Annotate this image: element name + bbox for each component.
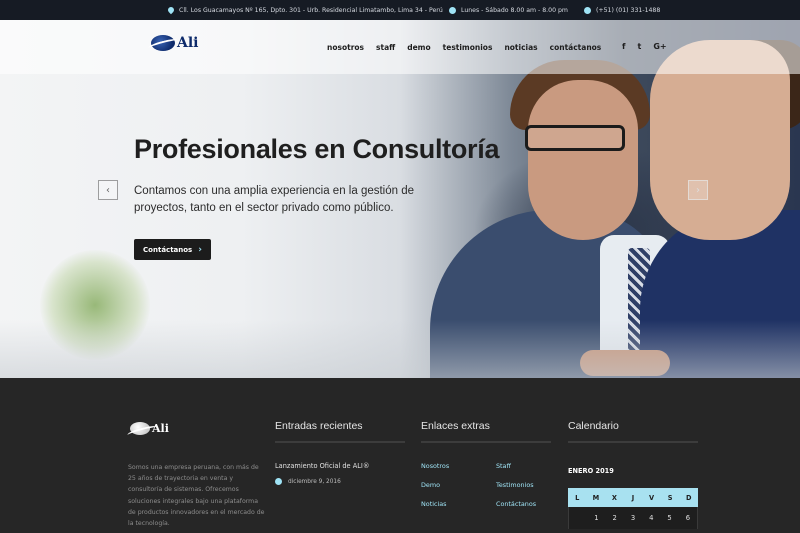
contact-cta-button[interactable]: Contáctanos › — [134, 239, 211, 260]
slider-prev-button[interactable]: ‹ — [98, 180, 118, 200]
site-logo[interactable]: Ali — [151, 35, 199, 51]
nav-item-nosotros[interactable]: nosotros — [327, 43, 364, 52]
hero-desk-shade — [0, 320, 800, 378]
weekday-label: X — [611, 493, 617, 502]
calendar-day[interactable]: 3 — [624, 514, 642, 522]
extra-links-heading: Enlaces extras — [421, 420, 490, 432]
footer-link-nosotros[interactable]: Nosotros — [421, 462, 449, 470]
calendar-day[interactable]: 1 — [587, 514, 605, 522]
calendar-weekdays: L M X J V S D — [568, 488, 698, 507]
chevron-right-icon: › — [696, 184, 700, 196]
recent-post-date: diciembre 9, 2016 — [275, 478, 341, 485]
hero-photo-glasses — [525, 125, 625, 151]
weekday-label: S — [667, 493, 673, 502]
cta-label: Contáctanos — [143, 245, 193, 254]
phone-icon — [584, 6, 591, 14]
twitter-icon[interactable]: t — [637, 42, 641, 51]
calendar-day[interactable]: 2 — [606, 514, 624, 522]
phone-text: (+51) (01) 331-1488 — [596, 6, 661, 14]
address-info: Cll. Los Guacamayos Nº 165, Dpto. 301 - … — [166, 0, 443, 20]
chevron-left-icon: ‹ — [106, 184, 110, 196]
site-footer: Ali Somos una empresa peruana, con más d… — [0, 378, 800, 533]
location-pin-icon — [166, 5, 176, 15]
footer-link-contactanos[interactable]: Contáctanos — [496, 500, 536, 508]
clock-icon — [275, 478, 282, 485]
recent-posts-heading: Entradas recientes — [275, 420, 363, 432]
footer-link-staff[interactable]: Staff — [496, 462, 511, 470]
hours-info: Lunes - Sábado 8.00 am - 8.00 pm — [449, 0, 568, 20]
calendar-month: ENERO 2019 — [568, 467, 614, 475]
calendar-widget: L M X J V S D 1 2 3 4 5 6 — [568, 488, 698, 529]
nav-item-staff[interactable]: staff — [376, 43, 395, 52]
calendar-divider — [568, 441, 698, 443]
top-info-bar: Cll. Los Guacamayos Nº 165, Dpto. 301 - … — [0, 0, 800, 20]
phone-info: (+51) (01) 331-1488 — [584, 0, 660, 20]
footer-logo[interactable]: Ali — [130, 422, 169, 435]
footer-link-demo[interactable]: Demo — [421, 481, 440, 489]
calendar-day[interactable]: 6 — [679, 514, 697, 522]
weekday-label: D — [685, 493, 692, 502]
weekday-label: V — [649, 493, 655, 502]
google-plus-icon[interactable]: G+ — [653, 42, 666, 51]
social-links: f t G+ — [622, 42, 667, 51]
facebook-icon[interactable]: f — [622, 42, 625, 51]
footer-link-testimonios[interactable]: Testimonios — [496, 481, 534, 489]
nav-item-contactanos[interactable]: contáctanos — [550, 43, 602, 52]
hero-subtitle: Contamos con una amplia experiencia en l… — [134, 185, 415, 214]
hero-photo-face — [528, 80, 638, 240]
footer-about-text: Somos una empresa peruana, con más de 25… — [128, 464, 265, 528]
weekday-label: J — [631, 493, 635, 502]
nav-item-noticias[interactable]: noticias — [504, 43, 537, 52]
main-nav: nosotros staff demo testimonios noticias… — [327, 43, 601, 52]
hero-title: Profesionales en Consultoría — [134, 134, 500, 164]
footer-link-noticias[interactable]: Noticias — [421, 500, 447, 508]
hours-text: Lunes - Sábado 8.00 am - 8.00 pm — [461, 6, 568, 14]
calendar-day[interactable]: 4 — [642, 514, 660, 522]
address-text: Cll. Los Guacamayos Nº 165, Dpto. 301 - … — [179, 6, 443, 14]
clock-icon — [449, 6, 456, 14]
calendar-day[interactable]: 5 — [660, 514, 678, 522]
chevron-right-icon: › — [198, 244, 202, 255]
nav-item-testimonios[interactable]: testimonios — [443, 43, 493, 52]
globe-logo-icon — [130, 422, 150, 435]
weekday-label: L — [575, 493, 580, 502]
recent-posts-divider — [275, 441, 405, 443]
globe-logo-icon — [151, 35, 175, 51]
calendar-heading: Calendario — [568, 420, 619, 432]
nav-item-demo[interactable]: demo — [407, 43, 430, 52]
calendar-week-row: 1 2 3 4 5 6 — [568, 507, 698, 529]
extra-links-divider — [421, 441, 551, 443]
post-date-text: diciembre 9, 2016 — [288, 478, 341, 485]
logo-text: Ali — [177, 35, 199, 51]
recent-post-link[interactable]: Lanzamiento Oficial de ALI® — [275, 462, 369, 470]
slider-next-button[interactable]: › — [688, 180, 708, 200]
weekday-label: M — [592, 493, 600, 502]
